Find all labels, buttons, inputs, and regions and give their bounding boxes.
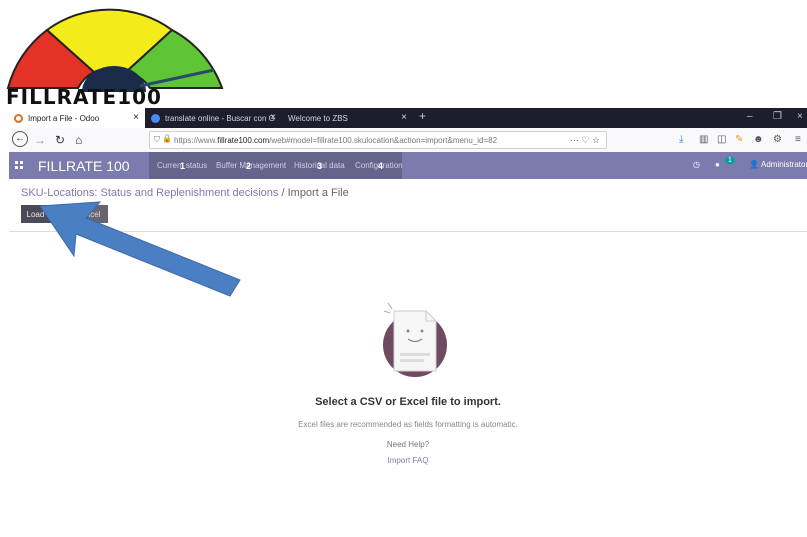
sidebar-icon[interactable]: ◫ [717,134,726,145]
url-prefix: https://www. [174,135,218,145]
chat-count-badge: 1 [725,157,735,164]
logo-text: FILLRATE100 [6,85,162,108]
breadcrumb-separator: / [278,187,288,199]
library-icon[interactable]: ▥ [699,134,708,145]
close-tab-icon[interactable]: × [270,112,276,123]
menu-badge-3: 3 [317,161,323,171]
menu-buffer-management[interactable]: Buffer Management [216,161,286,170]
extension3-icon[interactable]: ⚙ [773,134,782,145]
home-icon[interactable]: ⌂ [75,133,82,147]
user-icon[interactable]: 👤 [749,160,759,169]
breadcrumb: SKU-Locations: Status and Replenishment … [21,187,349,199]
control-panel: SKU-Locations: Status and Replenishment … [9,179,807,232]
close-window-icon[interactable]: × [797,111,803,122]
tab-label: Import a File - Odoo [28,113,100,123]
extension2-icon[interactable]: ☻ [753,134,764,145]
menu-badge-4: 4 [378,161,384,171]
clock-icon[interactable]: ◷ [693,160,700,169]
shield-icon: ⛉ [154,135,160,144]
downloads-icon[interactable]: ⤓ [679,134,683,145]
import-main: Select a CSV or Excel file to import. Ex… [9,232,807,537]
maximize-icon[interactable]: ❐ [773,111,782,122]
close-tab-icon[interactable]: × [401,112,407,123]
minimize-icon[interactable]: – [747,111,753,122]
fillrate100-logo: FILLRATE100 [0,0,240,109]
load-file-button[interactable]: Load File [21,205,65,223]
back-icon[interactable]: ← [12,131,28,147]
breadcrumb-current: Import a File [287,187,349,199]
breadcrumb-parent[interactable]: SKU-Locations: Status and Replenishment … [21,187,278,199]
tab-label: translate online - Buscar con G [165,113,275,123]
extension-icon[interactable]: ✎ [735,134,743,145]
chat-icon[interactable]: ● [715,160,720,169]
reload-icon[interactable]: ↻ [55,133,65,147]
menu-badge-1: 1 [180,161,186,171]
address-bar: ← → ↻ ⌂ ⛉ 🔒 https://www. fillrate100.com /… [9,128,807,153]
import-subtext: Excel files are recommended as fields fo… [298,420,518,429]
need-help-text: Need Help? [386,440,430,449]
user-name[interactable]: Administrator [761,160,807,169]
forward-icon[interactable]: → [34,133,46,147]
tab-label: Welcome to ZBS [288,113,348,123]
file-illustration-icon [383,302,447,377]
new-tab-button[interactable]: + [419,109,426,123]
tab-bar: Import a File - Odoo × translate online … [9,108,807,128]
search-engine-icon [151,113,160,123]
gauge-logo-icon: FILLRATE100 [6,8,224,109]
url-field[interactable]: ⛉ 🔒 https://www. fillrate100.com/web#mode… [149,131,607,149]
import-faq-link[interactable]: Import FAQ [9,456,807,465]
cancel-button[interactable]: Cancel [68,205,108,223]
tab-zbs[interactable]: Welcome to ZBS × [283,108,413,128]
url-domain: fillrate100.com [217,135,270,145]
app-navbar: FILLRATE 100 Current status 1 Buffer Man… [9,152,807,179]
apps-grid-icon[interactable] [15,161,23,169]
brand-name[interactable]: FILLRATE 100 [38,158,130,174]
menu-icon[interactable]: ≡ [795,134,801,145]
tab-translate[interactable]: translate online - Buscar con G × [146,108,282,128]
import-heading: Select a CSV or Excel file to import. [315,396,501,408]
bookmark-star-icon[interactable]: ⋯ ♡ ☆ [570,135,600,146]
odoo-icon [14,113,23,123]
menu-badge-2: 2 [246,161,252,171]
tab-import-file[interactable]: Import a File - Odoo × [9,108,145,128]
url-rest: /web#model=fillrate100.skulocation&actio… [269,135,498,145]
lock-icon: 🔒 [162,134,172,143]
close-tab-icon[interactable]: × [133,112,139,123]
browser-window: Import a File - Odoo × translate online … [9,108,807,537]
